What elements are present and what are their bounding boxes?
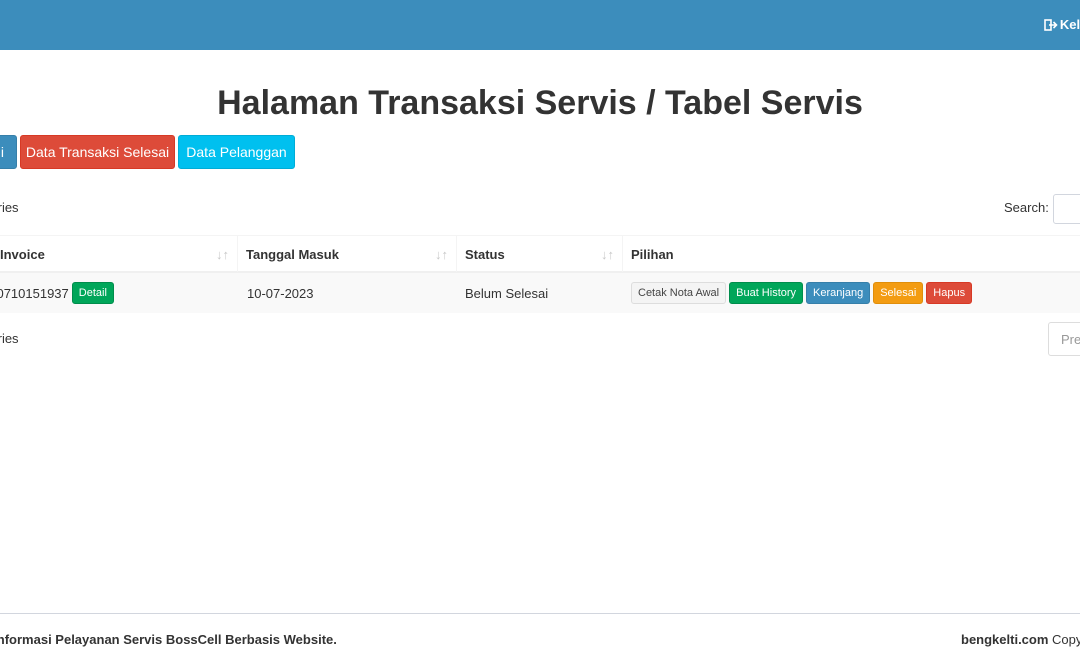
footer-app-name: m Informasi Pelayanan Servis BossCell Be… — [0, 632, 337, 647]
delete-button[interactable]: Hapus — [926, 282, 973, 304]
footer: m Informasi Pelayanan Servis BossCell Be… — [0, 613, 1080, 664]
column-header-label: Tanggal Masuk — [246, 246, 339, 262]
print-receipt-button[interactable]: Cetak Nota Awal — [631, 282, 727, 304]
status-cell: Belum Selesai — [465, 285, 549, 301]
customer-data-label: Data Pelanggan — [186, 144, 287, 160]
column-header-label: Pilihan — [631, 246, 674, 262]
footer-brand-link[interactable]: bengkelti.com — [961, 632, 1048, 647]
invoice-cell: 230710151937 Detail — [0, 273, 117, 313]
top-navbar: Kelu — [0, 0, 1080, 50]
table-header: Invoice ↓↑ Tanggal Masuk ↓↑ Status ↓↑ Pi… — [0, 235, 1080, 273]
column-header-invoice[interactable]: Invoice ↓↑ — [0, 236, 238, 272]
customer-data-button[interactable]: Data Pelanggan — [178, 135, 295, 169]
sort-icon: ↓↑ — [435, 247, 448, 262]
detail-button[interactable]: Detail — [71, 282, 114, 304]
pagination-previous-button[interactable]: Pre — [1048, 322, 1080, 356]
footer-copyright: bengkelti.com Copy — [961, 632, 1080, 647]
actions-cell: Cetak Nota Awal Buat History Keranjang S… — [631, 273, 975, 313]
add-transaction-label: i — [0, 144, 4, 160]
logout-label: Kelu — [1059, 17, 1080, 32]
column-header-label: Status — [465, 246, 505, 262]
search-input[interactable] — [1053, 194, 1080, 224]
create-history-button[interactable]: Buat History — [729, 282, 804, 304]
tanggal-masuk-cell: 10-07-2023 — [247, 285, 314, 301]
sort-icon: ↓↑ — [216, 247, 229, 262]
cart-button[interactable]: Keranjang — [806, 282, 871, 304]
column-header-label: Invoice — [0, 246, 45, 262]
column-header-status[interactable]: Status ↓↑ — [457, 236, 623, 272]
table-row: 230710151937 Detail 10-07-2023 Belum Sel… — [0, 273, 1080, 313]
column-header-pilihan: Pilihan — [623, 236, 1080, 272]
sign-out-icon — [1044, 18, 1058, 31]
table-info: tries — [0, 331, 19, 346]
add-transaction-button[interactable]: i — [0, 135, 17, 169]
footer-copyright-text: Copy — [1048, 632, 1080, 647]
entries-length-control[interactable]: tries — [0, 200, 19, 215]
logout-link[interactable]: Kelu — [1044, 17, 1080, 32]
search-label: Search: — [1004, 200, 1049, 215]
column-header-tanggal-masuk[interactable]: Tanggal Masuk ↓↑ — [238, 236, 457, 272]
completed-transactions-label: Data Transaksi Selesai — [25, 144, 170, 160]
invoice-number: 230710151937 — [0, 285, 69, 301]
complete-button[interactable]: Selesai — [873, 282, 924, 304]
sort-icon: ↓↑ — [601, 247, 614, 262]
page-title: Halaman Transaksi Servis / Tabel Servis — [217, 84, 863, 122]
completed-transactions-button[interactable]: Data Transaksi Selesai — [20, 135, 175, 169]
